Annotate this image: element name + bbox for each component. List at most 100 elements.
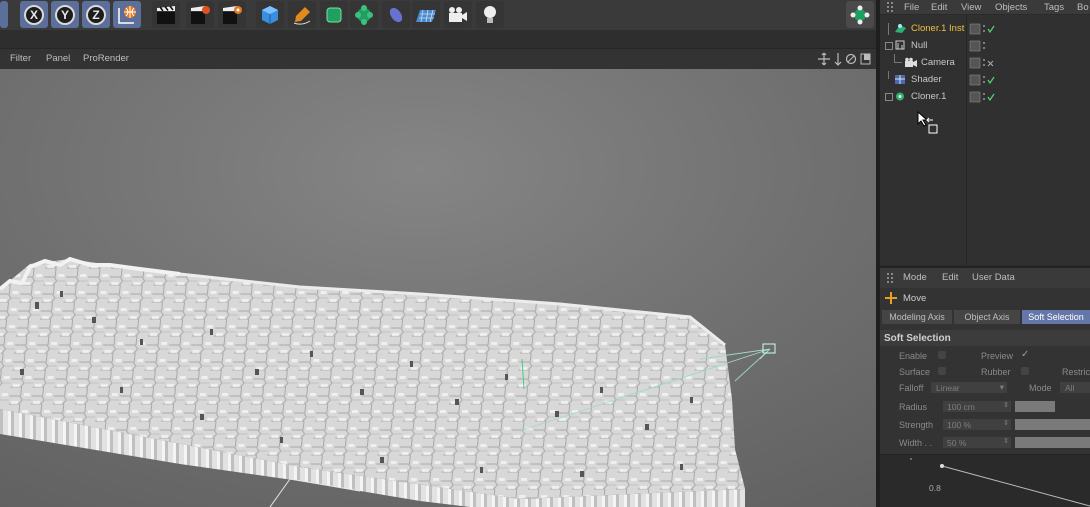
falloff-label: Falloff [899, 383, 924, 393]
object-manager-menu-bar: File Edit View Objects Tags Bo [880, 0, 1090, 14]
width-label: Width . . [899, 438, 933, 448]
object-list[interactable]: Cloner.1 Inst Null Camera Shader Cloner.… [880, 15, 1090, 265]
stepper-icon: ⇕ [1003, 438, 1009, 445]
viewport-menu-prorender[interactable]: ProRender [83, 53, 129, 64]
render-settings-button[interactable] [218, 1, 246, 28]
falloff-curve-graph[interactable]: 0.8 [880, 454, 1090, 507]
hexagon-cloner-field [0, 256, 776, 507]
strength-slider[interactable] [1015, 419, 1090, 430]
deformer-icon [389, 7, 403, 22]
object-tag-columns [968, 20, 1008, 106]
strength-field[interactable]: 100 % ⇕ [943, 419, 1011, 430]
tab-modeling-axis[interactable]: Modeling Axis [882, 310, 952, 324]
z-axis-label: Z [86, 4, 106, 25]
mode-value: All [1065, 383, 1075, 393]
camera-gizmo-icon[interactable] [762, 343, 776, 354]
object-name: Null [911, 40, 928, 51]
width-slider[interactable] [1015, 437, 1090, 448]
attribute-manager: Move Modeling Axis Object Axis Soft Sele… [880, 288, 1090, 507]
mode-dropdown[interactable]: All [1060, 382, 1090, 393]
viewport-menu-panel[interactable]: Panel [46, 53, 70, 64]
pen-spline-icon [293, 6, 311, 25]
spline-pen-button[interactable] [288, 1, 316, 28]
y-axis-label: Y [55, 4, 75, 25]
object-name: Cloner.1 [911, 91, 947, 102]
enable-checkbox[interactable] [938, 351, 946, 359]
radius-field[interactable]: 100 cm ⇕ [943, 401, 1011, 412]
render-view-button[interactable] [152, 1, 180, 28]
restrict-label: Restric [1062, 367, 1090, 377]
toolbar-edge [0, 1, 8, 28]
am-menu-user-data[interactable]: User Data [972, 272, 1015, 283]
falloff-value: Linear [936, 383, 960, 393]
surface-label: Surface [899, 367, 931, 377]
x-axis-label: X [24, 4, 44, 25]
width-field[interactable]: 50 % ⇕ [943, 437, 1011, 448]
floor-grid-icon [416, 9, 436, 22]
camera-object-icon [905, 57, 917, 67]
om-menu-bookmarks[interactable]: Bo [1077, 2, 1089, 13]
main-toolbar: X Y Z [0, 0, 876, 30]
am-menu-edit[interactable]: Edit [942, 272, 958, 283]
instance-icon [895, 24, 906, 33]
cloner-layout-icon [850, 5, 870, 24]
tab-soft-selection[interactable]: Soft Selection [1022, 310, 1090, 324]
cloner-button[interactable] [350, 1, 378, 28]
layout-cloner-button[interactable] [846, 1, 874, 28]
render-picture-queue-icon [191, 5, 210, 24]
render-view-icon [157, 5, 175, 24]
viewport-menu-filter[interactable]: Filter [10, 53, 31, 64]
shader-effector-icon [895, 75, 905, 84]
cloner-object-icon [896, 92, 904, 101]
om-menu-tags[interactable]: Tags [1044, 2, 1064, 13]
mode-label: Mode [1029, 383, 1052, 393]
viewport-nav-icons[interactable] [818, 52, 874, 66]
viewport-menu-bar: Filter Panel ProRender [0, 48, 876, 70]
om-menu-edit[interactable]: Edit [931, 2, 947, 13]
deformer-button[interactable] [382, 1, 410, 28]
surface-checkbox[interactable] [938, 367, 946, 375]
render-settings-icon [223, 5, 242, 24]
om-menu-view[interactable]: View [961, 2, 981, 13]
world-coordinates-button[interactable] [113, 1, 141, 28]
x-axis-lock-button[interactable]: X [20, 1, 48, 28]
object-name: Cloner.1 Inst [911, 23, 965, 34]
stepper-icon: ⇕ [1003, 420, 1009, 427]
rubber-checkbox[interactable] [1021, 367, 1029, 375]
tab-object-axis[interactable]: Object Axis [954, 310, 1020, 324]
radius-label: Radius [899, 402, 928, 412]
tool-name: Move [903, 293, 927, 304]
stepper-icon: ⇕ [1003, 402, 1009, 409]
radius-slider[interactable] [1015, 401, 1055, 412]
object-name: Camera [921, 57, 955, 68]
light-object-button[interactable] [476, 1, 504, 28]
grip-icon [887, 2, 893, 12]
null-icon [895, 40, 905, 50]
falloff-dropdown[interactable]: Linear ▾ [931, 382, 1007, 393]
floor-button[interactable] [412, 1, 440, 28]
preview-checkbox[interactable]: ✓ [1021, 349, 1029, 360]
radius-value: 100 cm [947, 402, 975, 412]
falloff-curve [910, 458, 1090, 507]
om-menu-objects[interactable]: Objects [995, 2, 1027, 13]
z-axis-lock-button[interactable]: Z [82, 1, 110, 28]
chevron-down-icon: ▾ [999, 382, 1004, 392]
am-menu-mode[interactable]: Mode [903, 272, 927, 283]
om-menu-file[interactable]: File [904, 2, 919, 13]
rubber-label: Rubber [981, 367, 1011, 377]
visibility-check-icons[interactable] [968, 20, 1008, 106]
graph-tick-label: 0.8 [929, 483, 941, 493]
world-coordinates-icon [118, 5, 136, 24]
subdivision-button[interactable] [320, 1, 348, 28]
strength-value: 100 % [947, 420, 972, 430]
camera-icon [449, 6, 467, 22]
subdivision-icon [326, 7, 342, 22]
render-picture-viewer-button[interactable] [186, 1, 214, 28]
cube-object-button[interactable] [256, 1, 284, 28]
cube-icon [262, 5, 278, 24]
grip-icon [887, 273, 893, 283]
camera-object-button[interactable] [444, 1, 472, 28]
mouse-cursor-icon [917, 111, 938, 134]
y-axis-lock-button[interactable]: Y [51, 1, 79, 28]
3d-viewport[interactable] [0, 69, 876, 507]
